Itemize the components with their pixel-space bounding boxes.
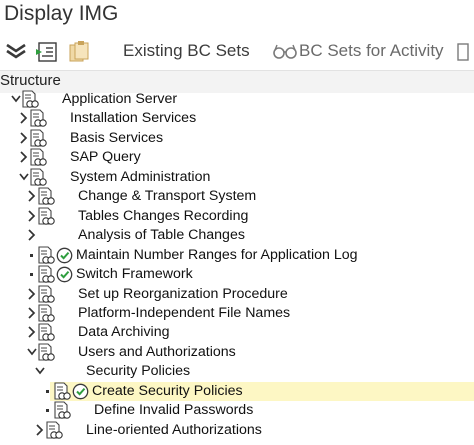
tree-node-switch-framework[interactable]: Switch Framework: [0, 265, 474, 285]
document-select-icon[interactable]: [34, 40, 60, 64]
tree-node-label: Users and Authorizations: [78, 343, 236, 360]
chevron-down-icon[interactable]: [34, 364, 46, 378]
tree-node-label: System Administration: [70, 168, 211, 185]
chevron-right-icon[interactable]: [26, 228, 38, 242]
tree-node-system-administration[interactable]: System Administration: [0, 168, 474, 188]
documentation-icon[interactable]: [29, 109, 47, 128]
documentation-icon[interactable]: [29, 168, 47, 187]
tree-node-security-policies[interactable]: Security Policies: [0, 362, 474, 382]
window-title: Display IMG: [4, 2, 119, 25]
clipboard-icon[interactable]: [66, 40, 92, 64]
execute-activity-icon[interactable]: [72, 383, 89, 400]
documentation-icon[interactable]: [37, 304, 55, 323]
leaf-bullet: [46, 409, 49, 413]
tree-node-label: Change & Transport System: [78, 188, 257, 205]
tree-node-tables-changes-recording[interactable]: Tables Changes Recording: [0, 207, 474, 227]
documentation-icon[interactable]: [37, 246, 55, 265]
structure-label: Structure: [0, 72, 61, 89]
tree-node-label: Create Security Policies: [92, 382, 243, 399]
tree-node-label: Data Archiving: [78, 324, 170, 341]
tree-node-label: Maintain Number Ranges for Application L…: [76, 246, 358, 263]
tree-node-set-up-reorganization[interactable]: Set up Reorganization Procedure: [0, 284, 474, 305]
documentation-icon[interactable]: [37, 284, 55, 304]
documentation-icon[interactable]: [53, 401, 71, 420]
tree-node-sap-query[interactable]: SAP Query: [0, 148, 474, 168]
documentation-icon[interactable]: [37, 265, 55, 284]
tree-node-label: Basis Services: [70, 129, 164, 146]
tree-node-maintain-number-ranges[interactable]: Maintain Number Ranges for Application L…: [0, 246, 474, 266]
tree-node-define-invalid-passwords[interactable]: Define Invalid Passwords: [0, 401, 474, 421]
toolbar: Existing BC Sets BC Sets for Activity: [0, 36, 474, 68]
tree-node-change-transport-system[interactable]: Change & Transport System: [0, 187, 474, 207]
documentation-icon[interactable]: [37, 343, 55, 362]
tree-node-label: Tables Changes Recording: [78, 207, 249, 224]
tree-node-installation-services[interactable]: Installation Services: [0, 109, 474, 129]
tree-node-application-server[interactable]: Application Server: [0, 90, 474, 110]
leaf-bullet: [30, 253, 33, 257]
documentation-icon[interactable]: [37, 323, 55, 342]
documentation-icon[interactable]: [37, 207, 55, 226]
tree-node-label: Switch Framework: [76, 266, 193, 283]
leaf-bullet: [46, 389, 49, 393]
tree-node-label: Platform-Independent File Names: [78, 304, 291, 321]
bc-sets-for-activity-button[interactable]: BC Sets for Activity: [299, 41, 444, 61]
tree-node-data-archiving[interactable]: Data Archiving: [0, 323, 474, 343]
execute-activity-icon[interactable]: [56, 247, 73, 264]
execute-activity-icon[interactable]: [56, 266, 73, 283]
tree-node-analysis-of-table-changes[interactable]: Analysis of Table Changes: [0, 226, 474, 246]
tree-node-platform-independent-file-names[interactable]: Platform-Independent File Names: [0, 304, 474, 324]
tree-node-label: Define Invalid Passwords: [94, 402, 254, 419]
tree-node-label: Analysis of Table Changes: [78, 227, 245, 244]
documentation-icon[interactable]: [45, 421, 63, 440]
more-icon[interactable]: [456, 40, 474, 64]
glasses-icon: [272, 43, 298, 67]
existing-bc-sets-button[interactable]: Existing BC Sets: [123, 41, 250, 61]
documentation-icon[interactable]: [29, 129, 47, 148]
documentation-icon[interactable]: [21, 90, 39, 109]
tree-node-create-security-policies[interactable]: Create Security Policies: [0, 381, 474, 402]
tree-node-line-oriented-authorizations[interactable]: Line-oriented Authorizations: [0, 421, 474, 441]
tree-node-label: SAP Query: [70, 149, 141, 166]
tree-node-label: Line-oriented Authorizations: [86, 421, 262, 438]
tree-node-basis-services[interactable]: Basis Services: [0, 129, 474, 149]
tree-node-label: Installation Services: [70, 110, 197, 127]
documentation-icon[interactable]: [53, 382, 71, 401]
expand-all-icon[interactable]: [4, 40, 30, 64]
tree-node-label: Security Policies: [86, 363, 191, 380]
tree-node-label: Application Server: [62, 91, 178, 107]
tree-node-label: Set up Reorganization Procedure: [78, 285, 288, 302]
tree-node-users-and-authorizations[interactable]: Users and Authorizations: [0, 343, 474, 363]
leaf-bullet: [30, 273, 33, 277]
documentation-icon[interactable]: [29, 148, 47, 167]
documentation-icon[interactable]: [37, 187, 55, 206]
